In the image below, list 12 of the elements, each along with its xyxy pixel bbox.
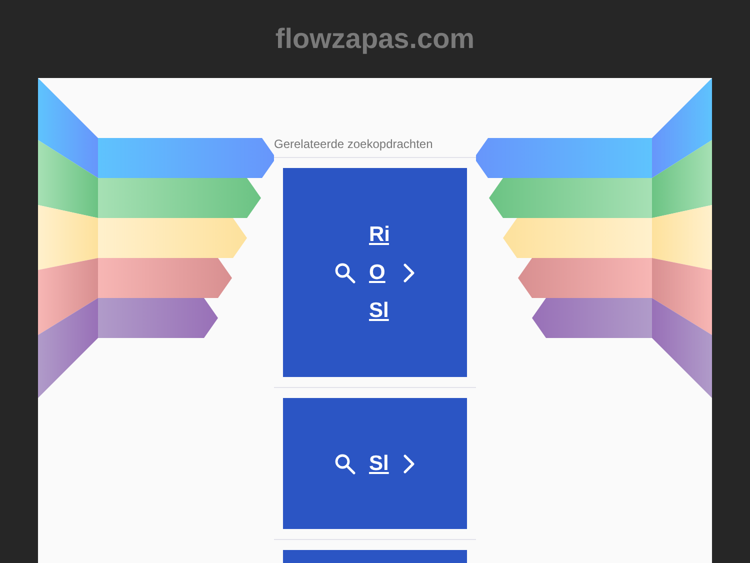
search-link[interactable]: O [369,260,389,286]
search-icon [333,452,357,476]
chevron-right-icon [401,260,417,284]
search-card[interactable]: Ri O Sl [283,168,467,377]
search-card[interactable]: Sl [283,398,467,529]
search-link[interactable]: Sl [369,298,389,324]
chevron-right-icon [401,452,417,476]
search-icon [333,260,357,284]
site-title: flowzapas.com [275,23,475,55]
search-link[interactable]: Ri [369,222,389,248]
search-link[interactable]: Sl [369,450,389,476]
related-searches-heading: Gerelateerde zoekopdrachten [274,136,476,158]
